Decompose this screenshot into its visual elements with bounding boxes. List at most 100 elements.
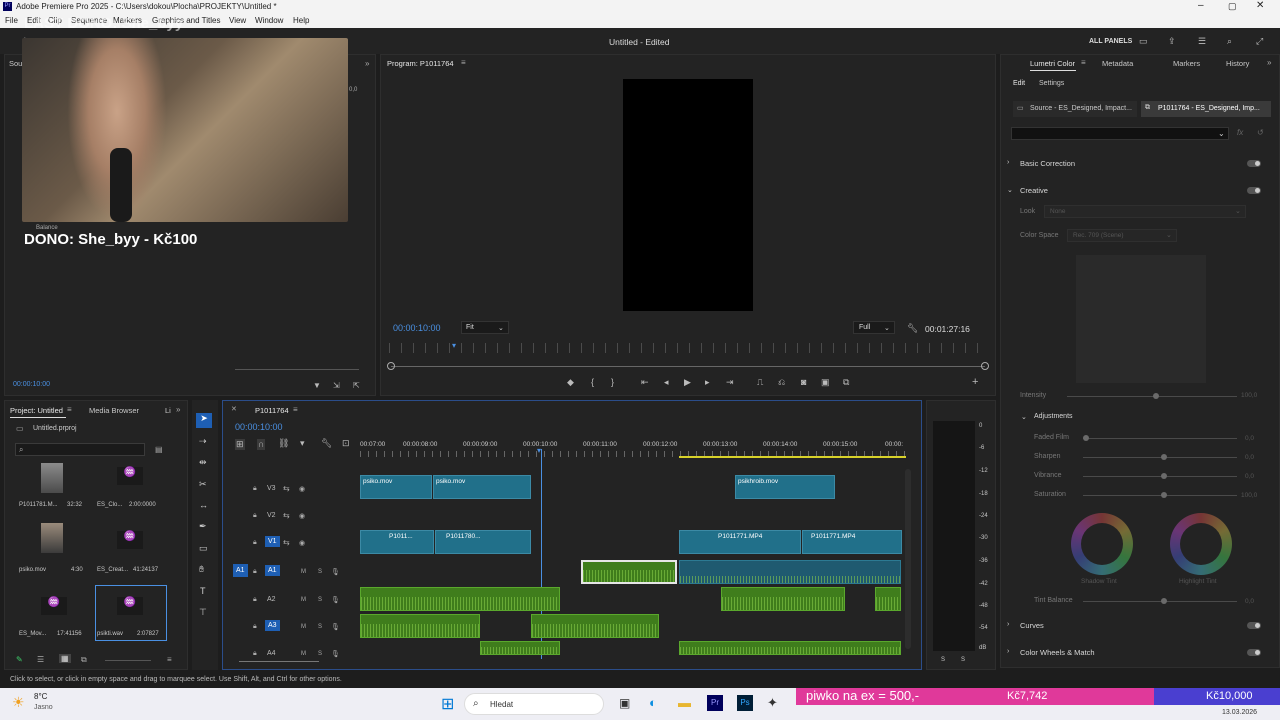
solo-left[interactable]: S	[941, 657, 945, 663]
export-frame-icon[interactable]: ⇲	[333, 381, 340, 390]
tab-lumetri-color[interactable]: Lumetri Color	[1030, 59, 1075, 68]
sharpen-slider[interactable]	[1083, 454, 1237, 460]
track-v2[interactable]: V2	[267, 512, 276, 519]
clip-v1[interactable]: P1011771.MP4	[802, 530, 902, 554]
color-wheels-toggle[interactable]	[1247, 649, 1261, 656]
mute-icon[interactable]: M	[301, 651, 306, 657]
chevron-down-icon[interactable]: ⌄	[1021, 413, 1027, 421]
vr-icon[interactable]: ⧉	[843, 378, 849, 387]
edge-icon[interactable]: ◐	[649, 695, 657, 710]
caption-track-icon[interactable]: ⊡	[342, 439, 350, 448]
zoom-handle-right[interactable]	[981, 362, 989, 370]
playhead-icon[interactable]: ▾	[452, 341, 456, 350]
type-icon[interactable]: T	[200, 586, 206, 596]
clip-v3[interactable]: psikhroib.mov	[735, 475, 835, 499]
eye-icon[interactable]: ◉	[299, 512, 305, 520]
audio-thumb[interactable]: ♒	[117, 597, 143, 615]
icon-view-icon[interactable]: ▦	[59, 654, 71, 663]
lift-icon[interactable]: ⎍	[757, 378, 763, 387]
track-a2[interactable]: A2	[267, 596, 276, 603]
close-icon[interactable]: ✕	[1256, 0, 1264, 11]
add-marker-icon[interactable]: ◆	[567, 378, 574, 387]
clip-v3[interactable]: psiko.mov	[360, 475, 432, 499]
lock-icon[interactable]: 🔒︎	[253, 539, 257, 547]
eye-icon[interactable]: ◉	[299, 485, 305, 493]
timeline-timecode[interactable]: 00:00:10:00	[235, 422, 283, 432]
menu-help[interactable]: Help	[293, 16, 309, 25]
preset-dropdown[interactable]: ⌄	[1011, 127, 1229, 140]
camera-icon[interactable]: ◙	[801, 378, 806, 387]
audio-clip-a2[interactable]	[875, 587, 901, 611]
menu-file[interactable]: File	[5, 16, 18, 25]
add-button-icon[interactable]: +	[972, 377, 978, 388]
chevron-right-icon[interactable]: ›	[1007, 621, 1009, 628]
program-ruler[interactable]	[389, 343, 989, 353]
chevron-down-icon[interactable]: ⌄	[1007, 186, 1013, 194]
tab-history[interactable]: History	[1226, 59, 1249, 68]
premiere-icon[interactable]: Pr	[707, 695, 723, 711]
insert-icon[interactable]: ⇱	[353, 381, 360, 390]
intensity-slider[interactable]	[1067, 393, 1237, 399]
mic-icon[interactable]: 🎙︎	[331, 568, 340, 576]
creative-toggle[interactable]	[1247, 187, 1261, 194]
basic-correction-toggle[interactable]	[1247, 160, 1261, 167]
freeform-view-icon[interactable]: ⧉	[81, 655, 87, 665]
clip-v3[interactable]: psiko.mov	[433, 475, 531, 499]
mute-icon[interactable]: M	[301, 597, 306, 603]
saturation-slider[interactable]	[1083, 492, 1237, 498]
close-icon[interactable]: ✕	[231, 405, 237, 413]
tab-libraries[interactable]: Li	[165, 406, 171, 415]
step-forward-icon[interactable]: ▸	[705, 378, 710, 387]
highlight-tint-wheel[interactable]	[1170, 513, 1232, 575]
lumetri-menu-icon[interactable]: ≡	[1081, 58, 1086, 67]
source-timecode[interactable]: 00:00:10:00	[13, 381, 50, 388]
creative-header[interactable]: Creative	[1020, 186, 1048, 195]
sync-icon[interactable]: ⇆	[283, 484, 290, 493]
color-wheels-header[interactable]: Color Wheels & Match	[1020, 648, 1095, 657]
timeline-vscroll[interactable]	[905, 469, 911, 649]
tint-balance-value[interactable]: 0,0	[1245, 598, 1254, 605]
list-view-icon[interactable]: ☰	[37, 655, 44, 664]
mic-icon[interactable]: 🎙︎	[331, 596, 340, 604]
extract-icon[interactable]: ⎌	[778, 378, 785, 387]
basic-correction-header[interactable]: Basic Correction	[1020, 159, 1075, 168]
menu-icon[interactable]: ☰	[1198, 37, 1206, 46]
sync-icon[interactable]: ⇆	[283, 538, 290, 547]
play-icon[interactable]: ▶	[684, 378, 691, 387]
panel-menu-icon[interactable]: »	[365, 59, 369, 68]
program-menu-icon[interactable]: ≡	[461, 58, 466, 67]
sync-icon[interactable]: ⇆	[283, 511, 290, 520]
razor-icon[interactable]: ✂	[199, 479, 207, 490]
track-a1[interactable]: A1	[265, 565, 280, 576]
track-v3[interactable]: V3	[267, 485, 276, 492]
panel-layout-icon[interactable]: ▭	[1139, 37, 1148, 46]
lock-icon[interactable]: 🔒︎	[253, 485, 257, 493]
program-video-frame[interactable]	[623, 79, 753, 311]
mark-in-icon[interactable]: {	[591, 378, 594, 387]
fit-dropdown[interactable]: Fit ⌄	[461, 321, 509, 334]
tint-balance-slider[interactable]	[1083, 598, 1237, 604]
photoshop-icon[interactable]: Ps	[737, 695, 753, 711]
zoom-slider[interactable]	[105, 660, 151, 661]
project-menu-icon[interactable]: ≡	[67, 405, 72, 414]
vibrance-value[interactable]: 0,0	[1245, 473, 1254, 480]
subtab-edit[interactable]: Edit	[1013, 80, 1025, 87]
start-icon[interactable]: ⊞	[441, 694, 454, 714]
tab-markers[interactable]: Markers	[1173, 59, 1200, 68]
chevron-right-icon[interactable]: ›	[1007, 648, 1009, 655]
faded-film-slider[interactable]	[1083, 435, 1237, 441]
timeline-hscroll[interactable]	[239, 661, 319, 662]
curves-header[interactable]: Curves	[1020, 621, 1044, 630]
eye-icon[interactable]: ◉	[299, 539, 305, 547]
source-scrub-bar[interactable]	[235, 369, 359, 370]
folder-icon[interactable]: ▬	[678, 695, 691, 710]
audio-thumb[interactable]: ♒	[117, 467, 143, 485]
lock-icon[interactable]: 🔒︎	[253, 623, 257, 631]
color-space-dropdown[interactable]: Rec. 709 (Scene) ⌄	[1067, 229, 1177, 242]
marker-icon[interactable]: ▾	[300, 439, 305, 448]
subtab-settings[interactable]: Settings	[1039, 80, 1064, 87]
audio-clip-a4[interactable]	[679, 641, 901, 655]
mute-icon[interactable]: M	[301, 624, 306, 630]
slip-icon[interactable]: ↔	[199, 500, 208, 510]
sort-icon[interactable]: ≡	[167, 655, 172, 664]
